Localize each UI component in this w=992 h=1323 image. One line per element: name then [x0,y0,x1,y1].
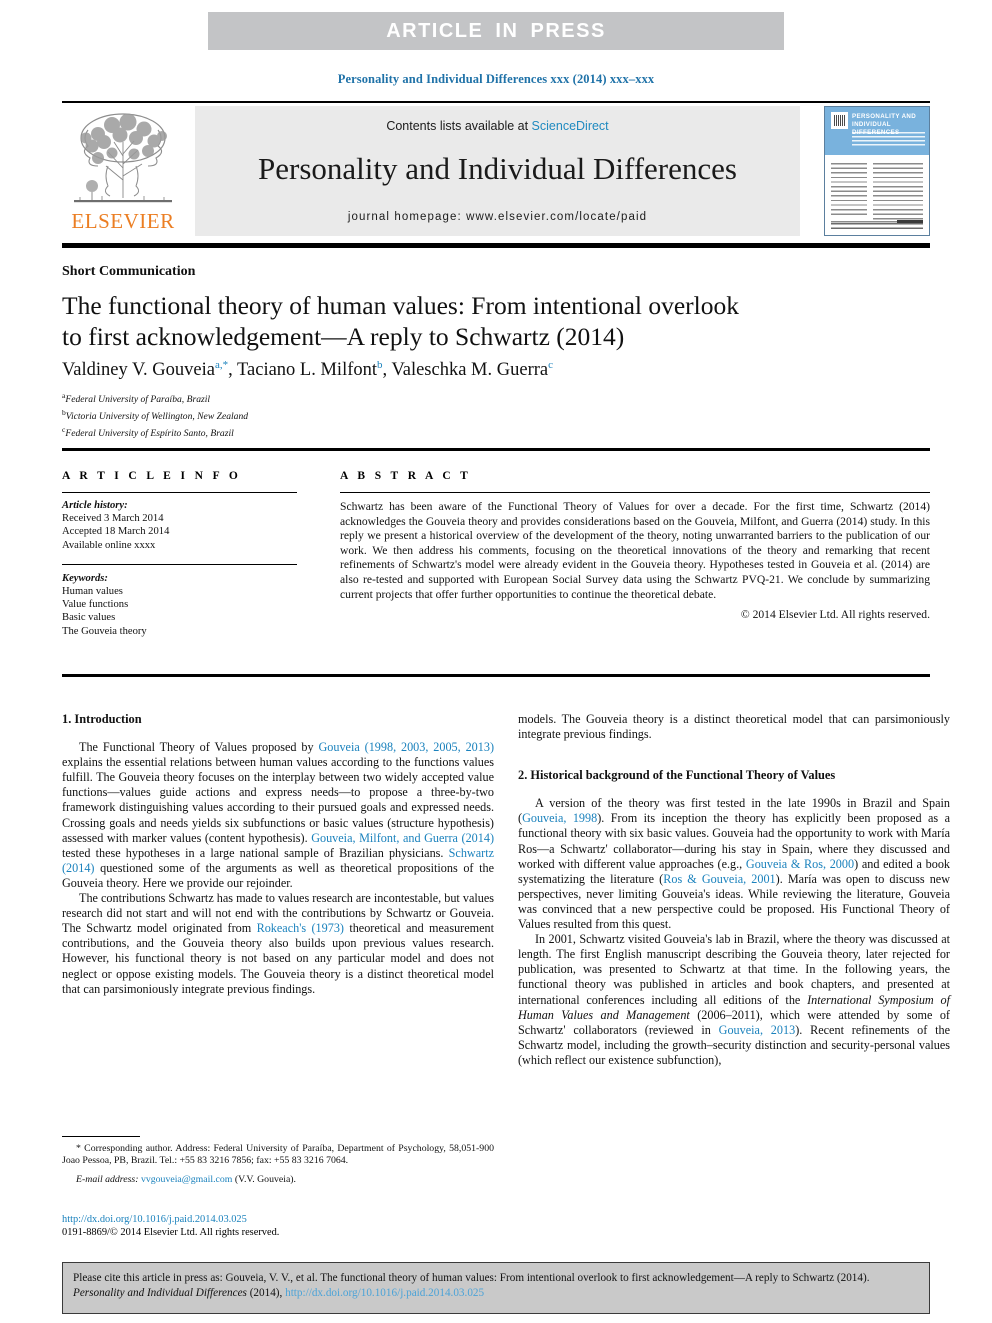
citation-doi-link[interactable]: http://dx.doi.org/10.1016/j.paid.2014.03… [285,1287,484,1299]
article-info-rule [62,492,297,493]
text-run: Please cite this article in press as: Go… [73,1272,870,1284]
citation-notice-box: Please cite this article in press as: Go… [62,1262,930,1314]
author-list: Valdiney V. Gouveiaa,*, Taciano L. Milfo… [62,359,553,381]
keyword-item: The Gouveia theory [62,625,147,637]
email-note: E-mail address: vvgouveia@gmail.com (V.V… [62,1174,494,1186]
doi-link[interactable]: http://dx.doi.org/10.1016/j.paid.2014.03… [62,1213,494,1226]
citation-link[interactable]: Gouveia, 2013 [719,1023,796,1037]
abstract-bottom-rule [62,674,930,677]
author-marks: b [377,359,383,371]
article-info-heading: A R T I C L E I N F O [62,470,242,482]
affiliation-list: aFederal University of Paraíba, Brazil b… [62,390,762,440]
article-type-kicker: Short Communication [62,264,196,279]
citation-link[interactable]: Rokeach's (1973) [257,921,344,935]
body-column-right: models. The Gouveia theory is a distinct… [518,712,950,1068]
corresponding-author-note: * Corresponding author. Address: Federal… [62,1143,494,1167]
cover-bottom-band [831,223,923,231]
citation-link[interactable]: Gouveia, Milfont, and Guerra (2014) [311,831,494,845]
abstract-block: Schwartz has been aware of the Functiona… [340,500,930,623]
citation-link[interactable]: Gouveia & Ros, 2000 [746,857,854,871]
email-suffix: (V.V. Gouveia). [232,1173,297,1185]
cover-contents-area [825,157,929,235]
article-title-line1: The functional theory of human values: F… [62,291,740,320]
masthead-bottom-rule [62,243,930,248]
article-in-press-banner: ARTICLE IN PRESS [208,12,784,50]
paragraph-continued: models. The Gouveia theory is a distinct… [518,712,950,742]
cover-subtitle-lines [852,132,925,146]
affiliation-item: cFederal University of Espírito Santo, B… [62,424,762,441]
article-history-item: Available online xxxx [62,539,156,551]
footnote-block: * Corresponding author. Address: Federal… [62,1143,494,1196]
paragraph: A version of the theory was first tested… [518,796,950,932]
section-heading-2: 2. Historical background of the Function… [518,768,836,783]
masthead-center-panel: Contents lists available at ScienceDirec… [195,106,800,236]
affiliation-item: aFederal University of Paraíba, Brazil [62,390,762,407]
section-heading-1: 1. Introduction [62,712,142,726]
title-block-bottom-rule [62,448,930,451]
citation-link[interactable]: Gouveia, 1998 [522,811,597,825]
affiliation-text: Federal University of Espírito Santo, Br… [65,427,234,439]
citation-link[interactable]: Ros & Gouveia, 2001 [663,872,775,886]
keyword-item: Basic values [62,612,116,624]
text-run: models. The Gouveia theory is a distinct… [518,712,950,742]
affiliation-text: Victoria University of Wellington, New Z… [65,410,249,422]
text-run: The Functional Theory of Values proposed… [79,740,319,755]
keyword-item: Value functions [62,599,129,611]
paragraph: The contributions Schwartz has made to v… [62,891,494,997]
article-info-block: Article history: Received 3 March 2014 A… [62,499,297,638]
cover-text-column-right [873,163,923,221]
journal-homepage-line[interactable]: journal homepage: www.elsevier.com/locat… [195,211,800,223]
cover-publisher-logo-icon [831,112,848,129]
article-info-separator [62,563,297,565]
issn-copyright-line: 0191-8869/© 2014 Elsevier Ltd. All right… [62,1227,280,1239]
abstract-heading: A B S T R A C T [340,470,472,482]
text-run: questioned some of the arguments as well… [62,860,494,890]
citation-link[interactable]: Gouveia (1998, 2003, 2005, 2013) [318,740,494,754]
sciencedirect-link[interactable]: ScienceDirect [532,119,609,133]
email-label: E-mail address: [76,1173,139,1185]
journal-cover-thumbnail: PERSONALITY AND INDIVIDUAL DIFFERENCES [824,106,930,236]
running-head: Personality and Individual Differences x… [337,72,655,86]
contents-lists-line: Contents lists available at ScienceDirec… [195,119,800,133]
paragraph: In 2001, Schwartz visited Gouveia's lab … [518,932,950,1068]
journal-masthead: ELSEVIER Contents lists available at Sci… [62,106,930,236]
elsevier-logo: ELSEVIER [62,106,184,236]
text-run: (2014), [246,1287,286,1299]
citation-notice-text: Please cite this article in press as: Go… [63,1263,929,1301]
journal-name: Personality and Individual Differences [73,1287,247,1299]
paragraph: The Functional Theory of Values proposed… [62,740,494,891]
author-marks: c [548,359,553,371]
abstract-text: Schwartz has been aware of the Functiona… [340,500,930,601]
email-link[interactable]: vvgouveia@gmail.com [141,1174,232,1185]
body-column-left: 1. Introduction The Functional Theory of… [62,712,494,997]
cover-header-band: PERSONALITY AND INDIVIDUAL DIFFERENCES [825,107,929,155]
affiliation-text: Federal University of Paraíba, Brazil [65,394,211,406]
footnote-rule [62,1136,140,1137]
contents-prefix: Contents lists available at [386,119,532,133]
cover-title-line1: PERSONALITY AND [852,113,917,120]
article-history-item: Accepted 18 March 2014 [62,526,170,538]
text-run: tested these hypotheses in a large natio… [62,845,449,860]
doi-block: http://dx.doi.org/10.1016/j.paid.2014.03… [62,1213,494,1239]
cover-text-column-left [831,163,867,215]
page-title: The functional theory of human values: F… [62,290,902,352]
masthead-top-rule [62,101,930,103]
elsevier-tree-icon [74,113,172,203]
author-marks: a,* [214,359,229,371]
article-history-label: Article history: [62,500,128,511]
copyright-line: © 2014 Elsevier Ltd. All rights reserved… [740,608,930,622]
article-history-item: Received 3 March 2014 [62,513,164,525]
article-title-line2: to first acknowledgement—A reply to Schw… [62,322,625,351]
elsevier-wordmark: ELSEVIER [71,209,175,233]
keyword-item: Human values [62,586,123,598]
keywords-label: Keywords: [62,572,108,584]
abstract-rule [340,492,930,493]
article-in-press-label: ARTICLE IN PRESS [386,19,606,42]
author-name: Valeschka M. Guerra [391,360,549,381]
author-name: Valdiney V. Gouveia [62,360,215,381]
journal-title: Personality and Individual Differences [258,151,737,186]
affiliation-item: bVictoria University of Wellington, New … [62,407,762,424]
author-name: Taciano L. Milfont [237,360,378,381]
